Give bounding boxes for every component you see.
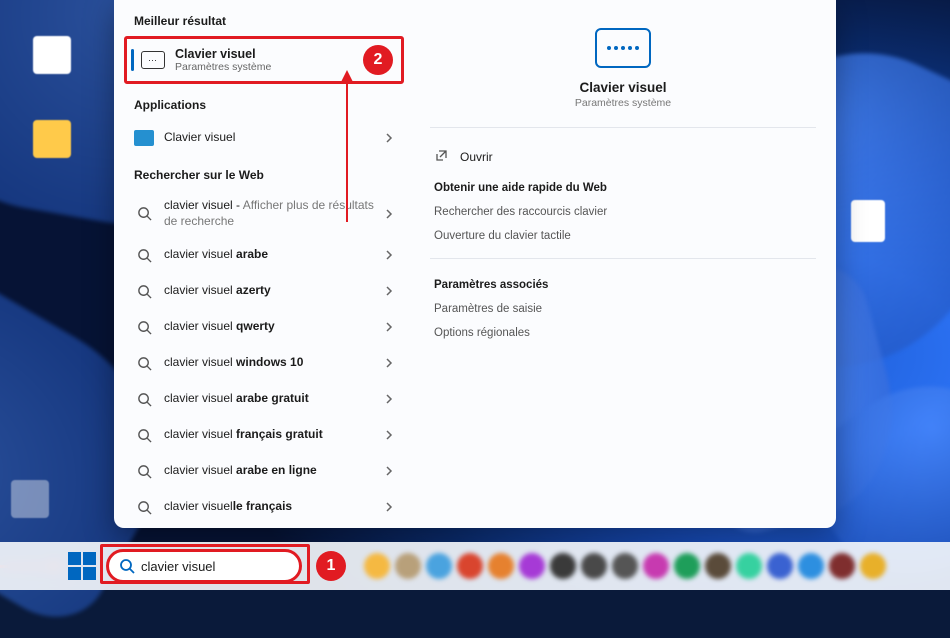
web-result-text: clavier visuelle français xyxy=(164,499,374,515)
taskbar-app-icon[interactable] xyxy=(364,553,390,579)
chevron-right-icon xyxy=(384,286,394,296)
start-button[interactable] xyxy=(68,552,96,580)
taskbar-app-icon[interactable] xyxy=(395,553,421,579)
taskbar-app-icon[interactable] xyxy=(550,553,576,579)
search-icon xyxy=(134,317,154,337)
preview-subtitle: Paramètres système xyxy=(430,97,816,109)
section-best-result: Meilleur résultat xyxy=(124,10,404,36)
taskbar: 1 xyxy=(0,542,950,590)
web-result-item[interactable]: clavier visuel arabe gratuit xyxy=(124,381,404,417)
chevron-right-icon xyxy=(384,358,394,368)
search-icon xyxy=(134,497,154,517)
taskbar-app-icon[interactable] xyxy=(674,553,700,579)
taskbar-app-icon[interactable] xyxy=(736,553,762,579)
search-input[interactable] xyxy=(141,559,317,574)
chevron-right-icon xyxy=(384,209,394,219)
app-icon xyxy=(134,128,154,148)
taskbar-app-icon[interactable] xyxy=(643,553,669,579)
annotation-step-2: 2 xyxy=(363,45,393,75)
best-result-item[interactable]: ⋯ Clavier visuel Paramètres système 2 xyxy=(124,36,404,84)
chevron-right-icon xyxy=(384,502,394,512)
annotation-step-1: 1 xyxy=(316,551,346,581)
search-icon xyxy=(134,204,154,224)
best-result-title: Clavier visuel xyxy=(175,47,271,61)
web-help-link[interactable]: Ouverture du clavier tactile xyxy=(430,224,816,248)
web-result-item[interactable]: clavier visuel arabe xyxy=(124,237,404,273)
web-result-text: clavier visuel azerty xyxy=(164,283,374,299)
section-applications: Applications xyxy=(124,94,404,120)
web-result-item[interactable]: clavier visuelle français xyxy=(124,489,404,525)
web-help-label: Obtenir une aide rapide du Web xyxy=(430,172,816,200)
taskbar-app-icon[interactable] xyxy=(705,553,731,579)
taskbar-app-icon[interactable] xyxy=(860,553,886,579)
taskbar-app-icon[interactable] xyxy=(767,553,793,579)
taskbar-app-icon[interactable] xyxy=(457,553,483,579)
open-icon xyxy=(434,149,450,165)
preview-column: Clavier visuel Paramètres système Ouvrir… xyxy=(410,0,836,528)
preview-title: Clavier visuel xyxy=(430,80,816,95)
chevron-right-icon xyxy=(384,394,394,404)
chevron-right-icon xyxy=(384,430,394,440)
web-help-link[interactable]: Rechercher des raccourcis clavier xyxy=(430,200,816,224)
taskbar-app-icon[interactable] xyxy=(612,553,638,579)
web-result-text: clavier visuel qwerty xyxy=(164,319,374,335)
chevron-right-icon xyxy=(384,322,394,332)
best-result-subtitle: Paramètres système xyxy=(175,61,271,73)
app-result-item[interactable]: Clavier visuel xyxy=(124,120,404,156)
open-action[interactable]: Ouvrir xyxy=(430,142,816,172)
app-result-title: Clavier visuel xyxy=(164,130,374,146)
taskbar-app-icon[interactable] xyxy=(519,553,545,579)
web-result-item[interactable]: clavier visuel windows 10 xyxy=(124,345,404,381)
open-label: Ouvrir xyxy=(460,150,493,164)
taskbar-app-icon[interactable] xyxy=(829,553,855,579)
related-settings-label: Paramètres associés xyxy=(430,269,816,297)
taskbar-app-icon[interactable] xyxy=(426,553,452,579)
search-icon xyxy=(134,425,154,445)
web-result-item[interactable]: clavier visuel azerty xyxy=(124,273,404,309)
web-result-item[interactable]: clavier visuel arabe en ligne xyxy=(124,453,404,489)
taskbar-app-icon[interactable] xyxy=(798,553,824,579)
related-setting-link[interactable]: Paramètres de saisie xyxy=(430,297,816,321)
web-result-text: clavier visuel arabe en ligne xyxy=(164,463,374,479)
web-result-text: clavier visuel arabe xyxy=(164,247,374,263)
desktop-icon[interactable] xyxy=(28,120,76,160)
taskbar-app-icon[interactable] xyxy=(581,553,607,579)
desktop-icon[interactable] xyxy=(28,36,76,76)
web-result-item[interactable]: clavier visuel français gratuit xyxy=(124,417,404,453)
web-result-text: clavier visuel français gratuit xyxy=(164,427,374,443)
web-result-text: clavier visuel arabe gratuit xyxy=(164,391,374,407)
annotation-arrow-up xyxy=(346,72,348,222)
search-icon xyxy=(134,353,154,373)
search-icon xyxy=(119,558,135,574)
desktop-icon[interactable] xyxy=(844,200,892,244)
search-icon xyxy=(134,389,154,409)
preview-header: Clavier visuel Paramètres système xyxy=(430,18,816,128)
desktop-icon[interactable] xyxy=(6,480,54,520)
related-setting-link[interactable]: Options régionales xyxy=(430,321,816,345)
search-icon xyxy=(134,245,154,265)
results-column: Meilleur résultat ⋯ Clavier visuel Param… xyxy=(114,0,410,528)
web-result-text: clavier visuel - Afficher plus de résult… xyxy=(164,198,374,229)
web-result-item[interactable]: clavier visuel - Afficher plus de résult… xyxy=(124,190,404,237)
taskbar-pinned-apps xyxy=(364,553,886,579)
keyboard-icon xyxy=(595,28,651,68)
taskbar-search-box[interactable] xyxy=(106,549,302,583)
web-result-item[interactable]: clavier visuel qwerty xyxy=(124,309,404,345)
search-flyout: Meilleur résultat ⋯ Clavier visuel Param… xyxy=(114,0,836,528)
keyboard-icon: ⋯ xyxy=(141,51,165,69)
section-web-search: Rechercher sur le Web xyxy=(124,164,404,190)
chevron-right-icon xyxy=(384,250,394,260)
web-result-text: clavier visuel windows 10 xyxy=(164,355,374,371)
search-icon xyxy=(134,461,154,481)
chevron-right-icon xyxy=(384,466,394,476)
chevron-right-icon xyxy=(384,133,394,143)
taskbar-app-icon[interactable] xyxy=(488,553,514,579)
search-icon xyxy=(134,281,154,301)
